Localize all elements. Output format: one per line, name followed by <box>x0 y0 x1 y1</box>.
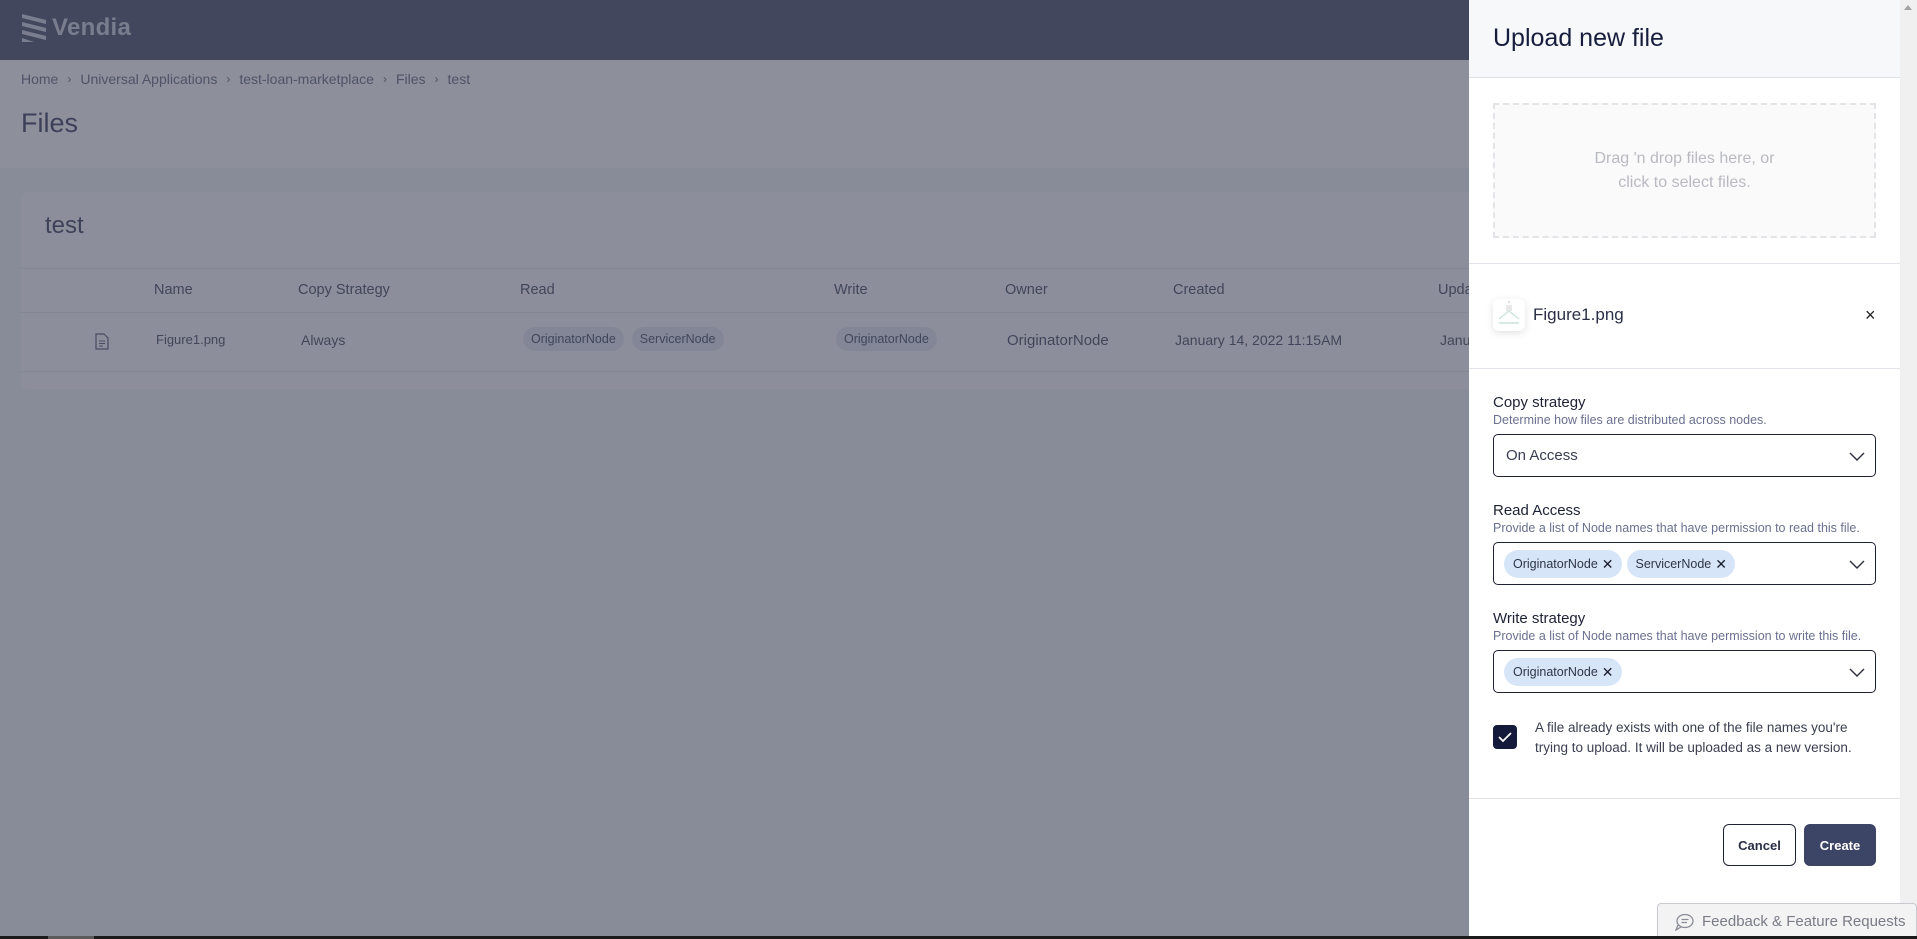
divider <box>21 268 1521 269</box>
divider <box>1469 263 1900 264</box>
upload-file-drawer: Upload new file Drag 'n drop files here,… <box>1469 0 1900 939</box>
file-icon <box>95 333 109 350</box>
create-button[interactable]: Create <box>1804 824 1876 866</box>
selected-file-name: Figure1.png <box>1533 305 1624 324</box>
cancel-button[interactable]: Cancel <box>1723 824 1796 866</box>
file-thumbnail <box>1493 299 1525 331</box>
file-row-icon <box>95 333 109 350</box>
column-header-copy-strategy[interactable]: Copy Strategy <box>298 282 390 298</box>
files-card: test Name Copy Strategy Read Write Owner… <box>21 192 1521 389</box>
column-header-write[interactable]: Write <box>834 282 868 298</box>
column-header-name[interactable]: Name <box>154 282 193 298</box>
copy-strategy-help: Determine how files are distributed acro… <box>1493 413 1767 427</box>
breadcrumb-universal-applications[interactable]: Universal Applications <box>80 71 217 87</box>
new-version-notice: A file already exists with one of the fi… <box>1535 720 1852 755</box>
breadcrumb-app[interactable]: test-loan-marketplace <box>239 71 374 87</box>
divider <box>1469 368 1900 369</box>
brand-name: Vendia <box>52 14 132 41</box>
copy-strategy-label: Copy strategy <box>1493 394 1586 411</box>
read-node-chip: OriginatorNode <box>523 327 624 351</box>
copy-strategy-select[interactable]: On Access <box>1493 434 1876 477</box>
read-access-chip: OriginatorNode ✕ <box>1504 549 1622 578</box>
file-name-link[interactable]: Figure1.png <box>156 332 225 347</box>
breadcrumb-separator: › <box>382 72 387 86</box>
write-strategy-label: Write strategy <box>1493 610 1586 627</box>
breadcrumb-home[interactable]: Home <box>21 71 58 87</box>
write-strategy-multiselect[interactable]: OriginatorNode ✕ <box>1493 650 1876 693</box>
dropzone-text-line2: click to select files. <box>1618 173 1751 191</box>
column-header-created[interactable]: Created <box>1173 282 1225 298</box>
read-node-chip: ServicerNode <box>631 327 724 351</box>
column-header-owner[interactable]: Owner <box>1005 282 1048 298</box>
chip-label: ServicerNode <box>1635 556 1712 571</box>
read-access-label: Read Access <box>1493 502 1581 519</box>
file-dropzone[interactable]: Drag 'n drop files here, or click to sel… <box>1493 103 1876 238</box>
vendia-logo[interactable]: Vendia <box>22 14 131 42</box>
read-access-chip: ServicerNode ✕ <box>1626 549 1735 578</box>
column-header-read[interactable]: Read <box>520 282 555 298</box>
feedback-button[interactable]: Feedback & Feature Requests <box>1657 903 1917 939</box>
chip-remove-icon[interactable]: ✕ <box>1602 557 1614 571</box>
read-access-help: Provide a list of Node names that have p… <box>1493 521 1860 535</box>
breadcrumb-separator: › <box>226 72 231 86</box>
write-node-chip: OriginatorNode <box>836 327 937 351</box>
breadcrumb: Home › Universal Applications › test-loa… <box>21 71 470 87</box>
column-header-updated[interactable]: Upda <box>1438 282 1473 298</box>
write-strategy-chip: OriginatorNode ✕ <box>1504 657 1622 686</box>
remove-file-button[interactable]: × <box>1865 305 1876 325</box>
divider <box>1469 798 1900 799</box>
read-cell: OriginatorNode ServicerNode <box>523 327 724 351</box>
dropzone-text-line1: Drag 'n drop files here, or <box>1594 149 1775 167</box>
chip-remove-icon[interactable]: ✕ <box>1602 665 1614 679</box>
chip-label: OriginatorNode <box>1513 556 1598 571</box>
copy-strategy-value: On Access <box>1506 447 1578 464</box>
drawer-title: Upload new file <box>1493 24 1664 52</box>
vendia-logo-icon <box>22 14 46 42</box>
divider <box>21 371 1521 372</box>
card-title: test <box>45 212 84 239</box>
owner-cell: OriginatorNode <box>1007 332 1109 349</box>
breadcrumb-files[interactable]: Files <box>396 71 426 87</box>
copy-strategy-cell: Always <box>301 332 346 348</box>
drawer-header: Upload new file <box>1469 0 1900 78</box>
created-cell: January 14, 2022 11:15AM <box>1175 332 1343 348</box>
checkmark-icon <box>1498 732 1512 743</box>
chevron-down-icon <box>1849 452 1865 461</box>
divider <box>21 312 1521 313</box>
breadcrumb-current: test <box>447 71 471 87</box>
read-access-multiselect[interactable]: OriginatorNode ✕ ServicerNode ✕ <box>1493 542 1876 585</box>
chip-remove-icon[interactable]: ✕ <box>1715 557 1727 571</box>
updated-cell: Janu <box>1440 332 1471 348</box>
new-version-checkbox[interactable] <box>1493 725 1517 749</box>
chat-bubble-icon <box>1674 913 1694 931</box>
vertical-scrollbar[interactable] <box>1900 0 1917 939</box>
write-cell: OriginatorNode <box>836 327 937 351</box>
image-file-icon <box>1498 301 1520 324</box>
scroll-up-arrow-icon[interactable] <box>1904 5 1912 10</box>
write-strategy-help: Provide a list of Node names that have p… <box>1493 629 1862 643</box>
chip-label: OriginatorNode <box>1513 664 1598 679</box>
chevron-down-icon <box>1849 668 1865 677</box>
page-title: Files <box>21 108 79 138</box>
feedback-label: Feedback & Feature Requests <box>1702 913 1906 930</box>
breadcrumb-separator: › <box>434 72 439 86</box>
chevron-down-icon <box>1849 560 1865 569</box>
breadcrumb-separator: › <box>67 72 72 86</box>
